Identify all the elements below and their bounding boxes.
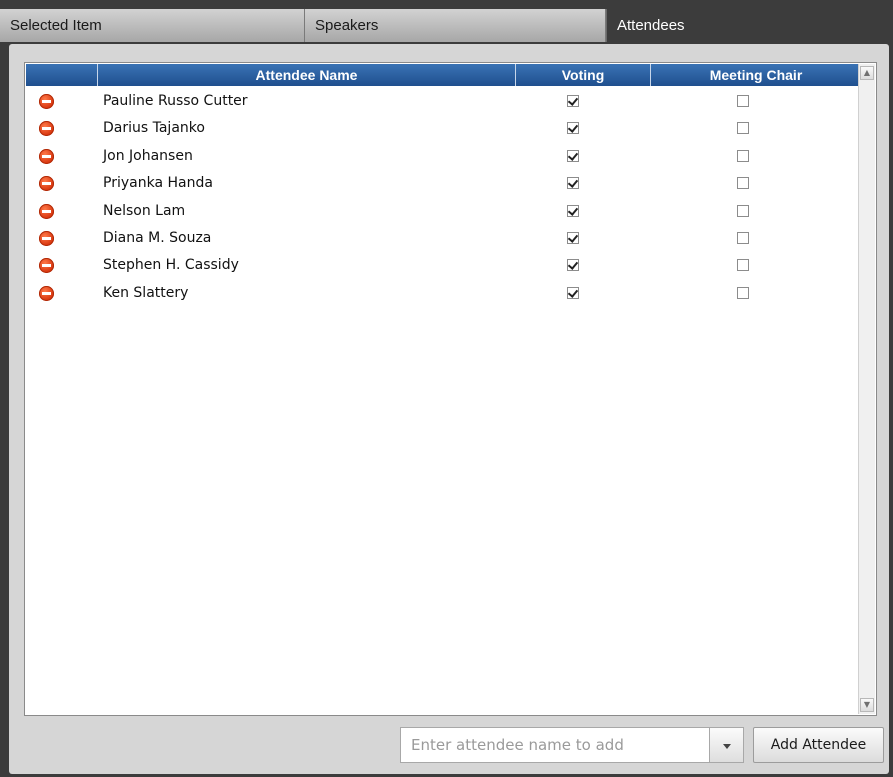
meeting-chair-checkbox[interactable] [737,232,749,244]
remove-circle-icon[interactable] [39,121,54,137]
tab-speakers[interactable]: Speakers [305,9,606,42]
column-header-meeting-chair[interactable]: Meeting Chair [650,64,861,86]
table-row[interactable]: Jon Johansen [26,143,861,170]
remove-circle-icon[interactable] [39,203,54,219]
table-row[interactable]: Stephen H. Cassidy [26,252,861,279]
column-header-remove[interactable] [26,64,97,86]
table-row[interactable]: Nelson Lam [26,198,861,225]
column-header-attendee-name[interactable]: Attendee Name [97,64,515,86]
tab-attendees[interactable]: Attendees [606,9,893,42]
meeting-chair-checkbox[interactable] [737,122,749,135]
voting-checkbox[interactable] [567,204,579,217]
add-attendee-button[interactable]: Add Attendee [753,727,884,763]
tab-selected-item[interactable]: Selected Item [0,9,305,42]
meeting-chair-checkbox[interactable] [737,95,749,107]
table-row[interactable]: Ken Slattery [26,280,861,307]
voting-checkbox[interactable] [567,177,579,190]
scroll-up-arrow-icon[interactable]: ▲ [860,66,874,80]
attendee-name: Jon Johansen [103,147,193,164]
scroll-down-arrow-icon[interactable]: ▼ [860,698,874,712]
grid-header: Attendee Name Voting Meeting Chair [26,64,861,86]
table-row[interactable]: Darius Tajanko [26,115,861,142]
attendee-name-input[interactable] [400,727,710,763]
table-row[interactable]: Diana M. Souza [26,225,861,252]
attendee-name: Nelson Lam [103,202,186,219]
voting-checkbox[interactable] [567,95,579,107]
voting-checkbox[interactable] [567,286,579,299]
meeting-chair-checkbox[interactable] [737,286,749,299]
attendees-grid: Attendee Name Voting Meeting Chair Pauli… [24,62,877,716]
attendee-name: Stephen H. Cassidy [103,257,239,274]
table-row[interactable]: Pauline Russo Cutter [26,88,861,115]
attendees-panel: Attendee Name Voting Meeting Chair Pauli… [9,44,889,774]
meeting-chair-checkbox[interactable] [737,149,749,162]
table-row[interactable]: Priyanka Handa [26,170,861,197]
voting-checkbox[interactable] [567,259,579,272]
meeting-chair-checkbox[interactable] [737,204,749,217]
vertical-scrollbar[interactable]: ▲ ▼ [858,64,875,714]
voting-checkbox[interactable] [567,122,579,135]
attendee-name: Ken Slattery [103,284,189,301]
meeting-chair-checkbox[interactable] [737,259,749,272]
attendee-name: Priyanka Handa [103,175,213,192]
remove-circle-icon[interactable] [39,231,54,246]
attendee-name: Pauline Russo Cutter [103,93,248,109]
voting-checkbox[interactable] [567,149,579,162]
remove-circle-icon[interactable] [39,258,54,274]
meeting-chair-checkbox[interactable] [737,177,749,190]
voting-checkbox[interactable] [567,232,579,244]
attendee-name: Darius Tajanko [103,120,205,137]
chevron-down-icon[interactable] [710,727,744,763]
column-header-voting[interactable]: Voting [515,64,650,86]
attendee-name: Diana M. Souza [103,230,212,246]
tab-bar: Selected Item Speakers Attendees [0,0,893,44]
remove-circle-icon[interactable] [39,94,54,109]
remove-circle-icon[interactable] [39,176,54,192]
remove-circle-icon[interactable] [39,285,54,301]
remove-circle-icon[interactable] [39,148,54,164]
